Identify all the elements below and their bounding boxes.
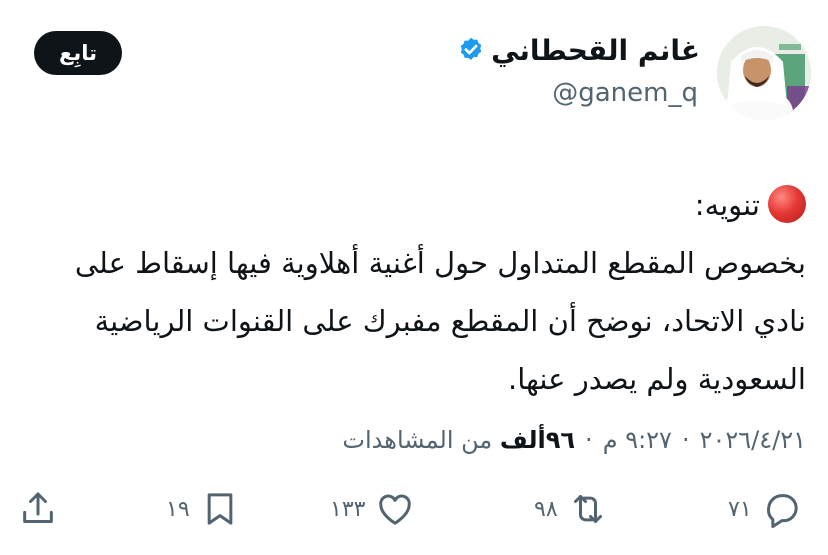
tweet-heading: تنويه:	[694, 188, 760, 222]
author-display-name[interactable]: غانم القحطاني	[491, 34, 700, 67]
red-circle-icon	[768, 185, 806, 223]
like-count: ١٣٣	[330, 496, 366, 522]
retweet-count: ٩٨	[534, 496, 558, 522]
retweet-button[interactable]: ٩٨	[534, 487, 608, 531]
views-stat: ٩٦ألف من المشاهدات	[342, 426, 575, 454]
share-button[interactable]	[18, 487, 58, 531]
meta-separator-2: ·	[585, 426, 593, 454]
meta-separator: ·	[681, 426, 690, 454]
tweet-body: بخصوص المقطع المتداول حول أغنية أهلاوية …	[65, 246, 806, 396]
share-icon	[18, 489, 58, 529]
author-name-row: غانم القحطاني	[457, 30, 700, 70]
views-count: ٩٦ألف	[499, 426, 576, 454]
retweet-icon	[568, 489, 608, 529]
verified-badge-icon	[457, 36, 485, 64]
reply-icon	[762, 489, 802, 529]
tweet-text: تنويه: بخصوص المقطع المتداول حول أغنية أ…	[30, 176, 806, 408]
bookmark-button[interactable]: ١٩	[166, 487, 240, 531]
author-handle[interactable]: @ganem_q	[552, 78, 698, 108]
tweet-time[interactable]: ٩:٢٧ م	[603, 426, 672, 454]
bookmark-icon	[200, 489, 240, 529]
author-avatar[interactable]	[717, 26, 811, 120]
like-button[interactable]: ١٣٣	[330, 487, 415, 531]
tweet-date[interactable]: ٢٠٢٦/٤/٢١	[700, 426, 806, 454]
views-label: من المشاهدات	[342, 426, 493, 454]
bookmark-count: ١٩	[166, 496, 190, 522]
reply-button[interactable]: ٧١	[728, 487, 802, 531]
follow-button[interactable]: تابِع	[34, 31, 122, 75]
tweet-meta: ٢٠٢٦/٤/٢١ · ٩:٢٧ م · ٩٦ألف من المشاهدات	[342, 420, 806, 460]
heart-icon	[375, 489, 415, 529]
reply-count: ٧١	[728, 496, 752, 522]
